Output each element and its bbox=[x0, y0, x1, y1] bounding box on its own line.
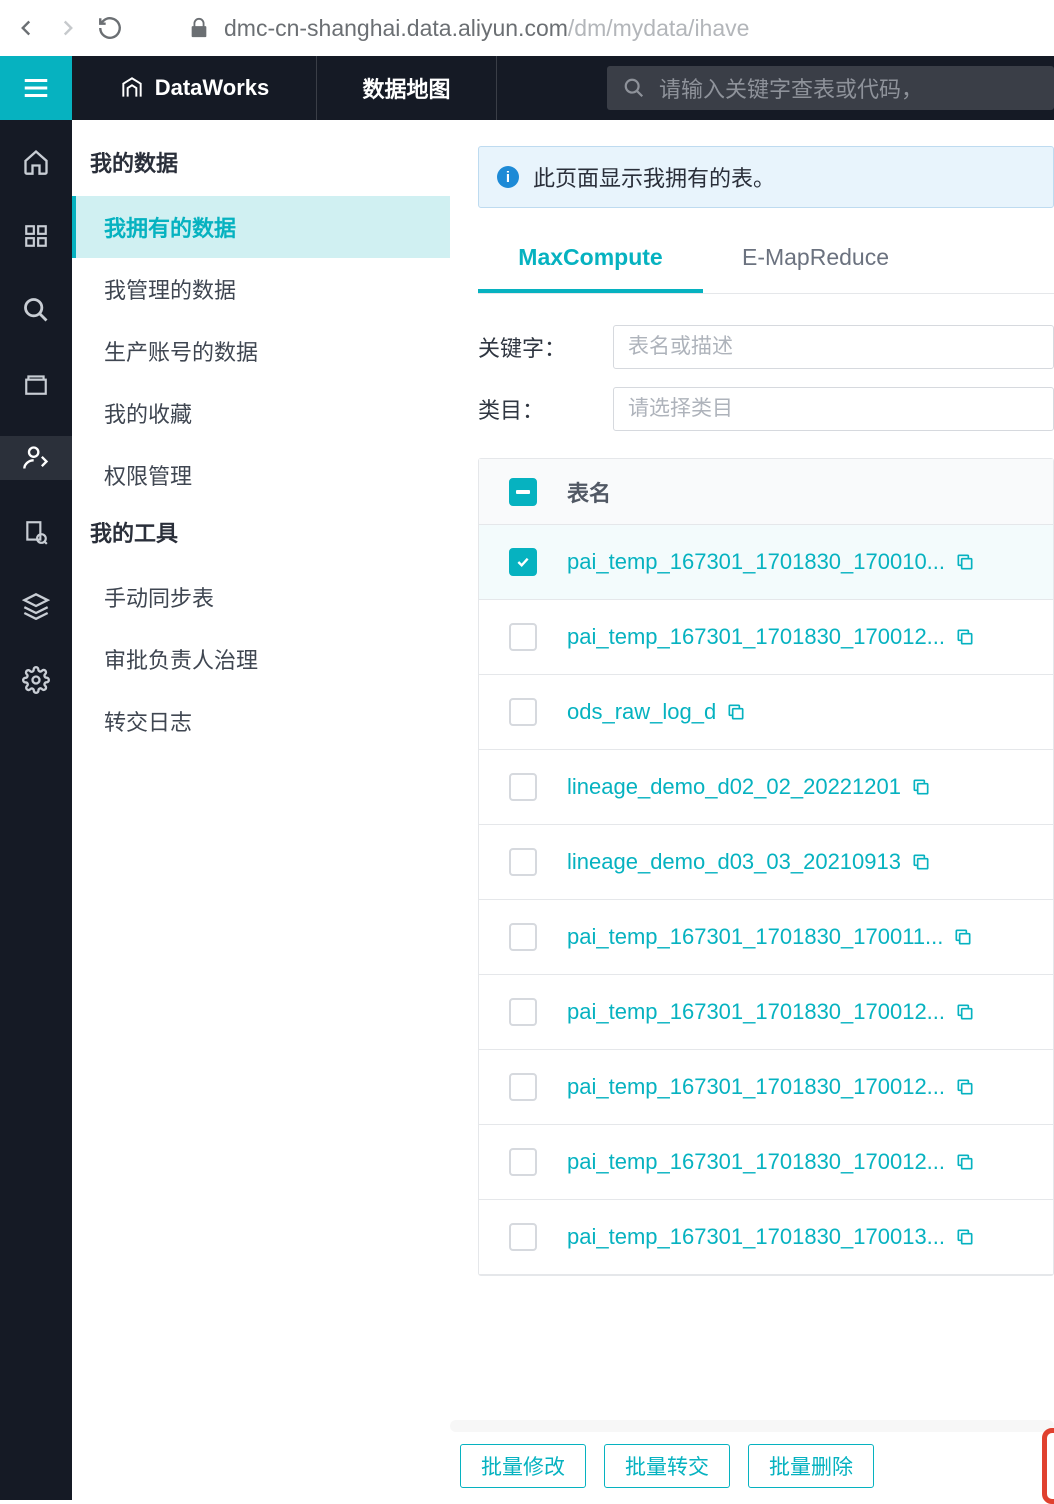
table-row: pai_temp_167301_1701830_170012... bbox=[479, 600, 1053, 675]
brand-logo[interactable]: DataWorks bbox=[72, 56, 317, 120]
select-all-checkbox[interactable] bbox=[509, 478, 537, 506]
content-area: i 此页面显示我拥有的表。 MaxComputeE-MapReduce 关键字：… bbox=[450, 120, 1054, 1500]
row-checkbox[interactable] bbox=[509, 848, 537, 876]
menu-item[interactable]: 我的收藏 bbox=[72, 382, 450, 444]
menu-item[interactable]: 权限管理 bbox=[72, 444, 450, 506]
category-label: 类目： bbox=[478, 393, 613, 425]
batch-button[interactable]: 批量修改 bbox=[460, 1444, 586, 1488]
row-checkbox[interactable] bbox=[509, 548, 537, 576]
tab[interactable]: E-MapReduce bbox=[703, 226, 928, 293]
brand-name: DataWorks bbox=[155, 75, 270, 101]
row-checkbox[interactable] bbox=[509, 773, 537, 801]
table-row: pai_temp_167301_1701830_170011... bbox=[479, 900, 1053, 975]
banner-text: 此页面显示我拥有的表。 bbox=[533, 161, 775, 193]
browser-bar: dmc-cn-shanghai.data.aliyun.com/dm/mydat… bbox=[0, 0, 1054, 56]
row-checkbox[interactable] bbox=[509, 1148, 537, 1176]
table-row: pai_temp_167301_1701830_170010... bbox=[479, 525, 1053, 600]
copy-icon[interactable] bbox=[953, 927, 973, 947]
tab[interactable]: MaxCompute bbox=[478, 226, 703, 293]
table-header: 表名 bbox=[479, 459, 1053, 525]
keyword-input[interactable] bbox=[613, 325, 1054, 369]
table-row: pai_temp_167301_1701830_170012... bbox=[479, 1050, 1053, 1125]
table-row: lineage_demo_d02_02_20221201 bbox=[479, 750, 1053, 825]
copy-icon[interactable] bbox=[955, 1077, 975, 1097]
copy-icon[interactable] bbox=[955, 1002, 975, 1022]
browser-forward-button[interactable] bbox=[54, 14, 82, 42]
brand-icon bbox=[119, 75, 145, 101]
batch-action-bar: 批量修改批量转交批量删除 bbox=[450, 1430, 1054, 1500]
table-name-link[interactable]: pai_temp_167301_1701830_170012... bbox=[567, 624, 945, 650]
table-row: pai_temp_167301_1701830_170012... bbox=[479, 975, 1053, 1050]
rail-user-icon[interactable] bbox=[0, 436, 72, 480]
browser-back-button[interactable] bbox=[12, 14, 40, 42]
table-name-link[interactable]: pai_temp_167301_1701830_170011... bbox=[567, 924, 943, 950]
lock-icon bbox=[188, 17, 210, 39]
browser-refresh-button[interactable] bbox=[96, 14, 124, 42]
search-placeholder: 请输入关键字查表或代码， bbox=[659, 72, 923, 104]
row-checkbox[interactable] bbox=[509, 923, 537, 951]
rail-search-icon[interactable] bbox=[0, 288, 72, 332]
tabs: MaxComputeE-MapReduce bbox=[478, 226, 1054, 294]
col-header-name: 表名 bbox=[567, 476, 1053, 508]
category-select[interactable] bbox=[613, 387, 1054, 431]
table-name-link[interactable]: pai_temp_167301_1701830_170012... bbox=[567, 999, 945, 1025]
info-icon: i bbox=[497, 166, 519, 188]
rail-layers-icon[interactable] bbox=[0, 584, 72, 628]
side-menu: 我的数据 我拥有的数据我管理的数据生产账号的数据我的收藏权限管理 我的工具 手动… bbox=[72, 120, 450, 1500]
menu-item[interactable]: 审批负责人治理 bbox=[72, 628, 450, 690]
rail-home-icon[interactable] bbox=[0, 140, 72, 184]
table-name-link[interactable]: pai_temp_167301_1701830_170010... bbox=[567, 549, 945, 575]
global-search[interactable]: 请输入关键字查表或代码， bbox=[607, 66, 1054, 110]
table-name-link[interactable]: pai_temp_167301_1701830_170012... bbox=[567, 1074, 945, 1100]
menu-item[interactable]: 生产账号的数据 bbox=[72, 320, 450, 382]
row-checkbox[interactable] bbox=[509, 623, 537, 651]
menu-section-data: 我的数据 bbox=[72, 146, 450, 196]
rail-audit-icon[interactable] bbox=[0, 510, 72, 554]
menu-section-tools: 我的工具 bbox=[72, 516, 450, 566]
row-checkbox[interactable] bbox=[509, 1223, 537, 1251]
table-name-link[interactable]: pai_temp_167301_1701830_170012... bbox=[567, 1149, 945, 1175]
left-rail bbox=[0, 120, 72, 1500]
row-checkbox[interactable] bbox=[509, 998, 537, 1026]
table-row: ods_raw_log_d bbox=[479, 675, 1053, 750]
copy-icon[interactable] bbox=[955, 1152, 975, 1172]
table-row: pai_temp_167301_1701830_170012... bbox=[479, 1125, 1053, 1200]
copy-icon[interactable] bbox=[955, 1227, 975, 1247]
copy-icon[interactable] bbox=[911, 852, 931, 872]
browser-url-bar[interactable]: dmc-cn-shanghai.data.aliyun.com/dm/mydat… bbox=[188, 15, 1042, 42]
menu-item[interactable]: 我拥有的数据 bbox=[72, 196, 450, 258]
copy-icon[interactable] bbox=[726, 702, 746, 722]
rail-settings-icon[interactable] bbox=[0, 658, 72, 702]
copy-icon[interactable] bbox=[911, 777, 931, 797]
app-header: DataWorks 数据地图 请输入关键字查表或代码， bbox=[0, 56, 1054, 120]
keyword-label: 关键字： bbox=[478, 331, 613, 363]
nav-title[interactable]: 数据地图 bbox=[317, 56, 497, 120]
row-checkbox[interactable] bbox=[509, 698, 537, 726]
table-row: lineage_demo_d03_03_20210913 bbox=[479, 825, 1053, 900]
table-name-link[interactable]: lineage_demo_d03_03_20210913 bbox=[567, 849, 901, 875]
copy-icon[interactable] bbox=[955, 627, 975, 647]
table-name-link[interactable]: lineage_demo_d02_02_20221201 bbox=[567, 774, 901, 800]
search-icon bbox=[623, 77, 645, 99]
table-name-link[interactable]: ods_raw_log_d bbox=[567, 699, 716, 725]
data-table: 表名 pai_temp_167301_1701830_170010... pai… bbox=[478, 458, 1054, 1276]
info-banner: i 此页面显示我拥有的表。 bbox=[478, 146, 1054, 208]
hamburger-menu-button[interactable] bbox=[0, 56, 72, 120]
copy-icon[interactable] bbox=[955, 552, 975, 572]
rail-grid-icon[interactable] bbox=[0, 214, 72, 258]
filter-section: 关键字： 类目： bbox=[478, 316, 1054, 440]
batch-button[interactable]: 批量删除 bbox=[748, 1444, 874, 1488]
table-name-link[interactable]: pai_temp_167301_1701830_170013... bbox=[567, 1224, 945, 1250]
batch-button[interactable]: 批量转交 bbox=[604, 1444, 730, 1488]
browser-url-host: dmc-cn-shanghai.data.aliyun.com/dm/mydat… bbox=[224, 15, 749, 42]
table-row: pai_temp_167301_1701830_170013... bbox=[479, 1200, 1053, 1275]
menu-item[interactable]: 我管理的数据 bbox=[72, 258, 450, 320]
row-checkbox[interactable] bbox=[509, 1073, 537, 1101]
rail-archive-icon[interactable] bbox=[0, 362, 72, 406]
menu-item[interactable]: 手动同步表 bbox=[72, 566, 450, 628]
menu-item[interactable]: 转交日志 bbox=[72, 690, 450, 752]
